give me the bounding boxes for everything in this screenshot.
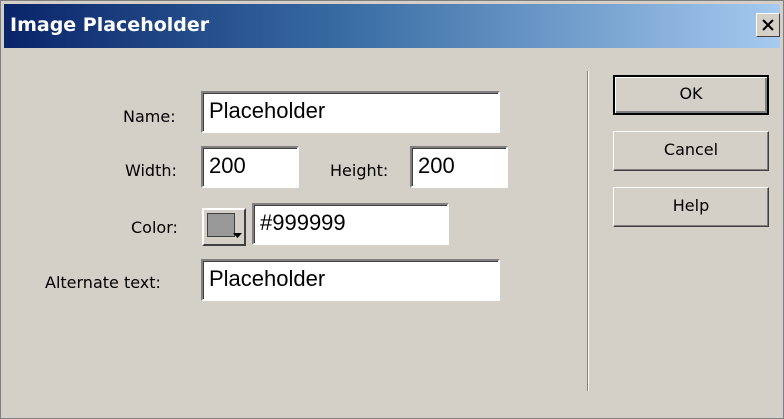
help-button[interactable]: Help [613, 187, 769, 227]
dropdown-arrow-icon [233, 233, 242, 238]
alternate-text-input[interactable]: Placeholder [201, 259, 500, 301]
alternate-text-label: Alternate text: [45, 273, 161, 292]
color-picker-button[interactable] [202, 208, 246, 246]
name-input[interactable]: Placeholder [201, 91, 500, 133]
color-swatch [207, 213, 235, 237]
close-button[interactable] [756, 13, 780, 37]
width-input[interactable]: 200 [201, 146, 299, 188]
color-hex-input[interactable]: #999999 [252, 203, 449, 245]
close-icon [762, 19, 774, 31]
ok-button[interactable]: OK [613, 75, 769, 115]
image-placeholder-dialog: Image Placeholder Name: Placeholder Widt… [0, 0, 784, 419]
height-input[interactable]: 200 [410, 146, 508, 188]
name-label: Name: [123, 107, 176, 126]
width-label: Width: [125, 161, 177, 180]
color-label: Color: [131, 218, 178, 237]
title-bar[interactable]: Image Placeholder [4, 4, 780, 48]
window-title: Image Placeholder [10, 14, 210, 36]
cancel-button[interactable]: Cancel [613, 131, 769, 171]
vertical-divider [587, 71, 589, 391]
height-label: Height: [330, 161, 389, 180]
